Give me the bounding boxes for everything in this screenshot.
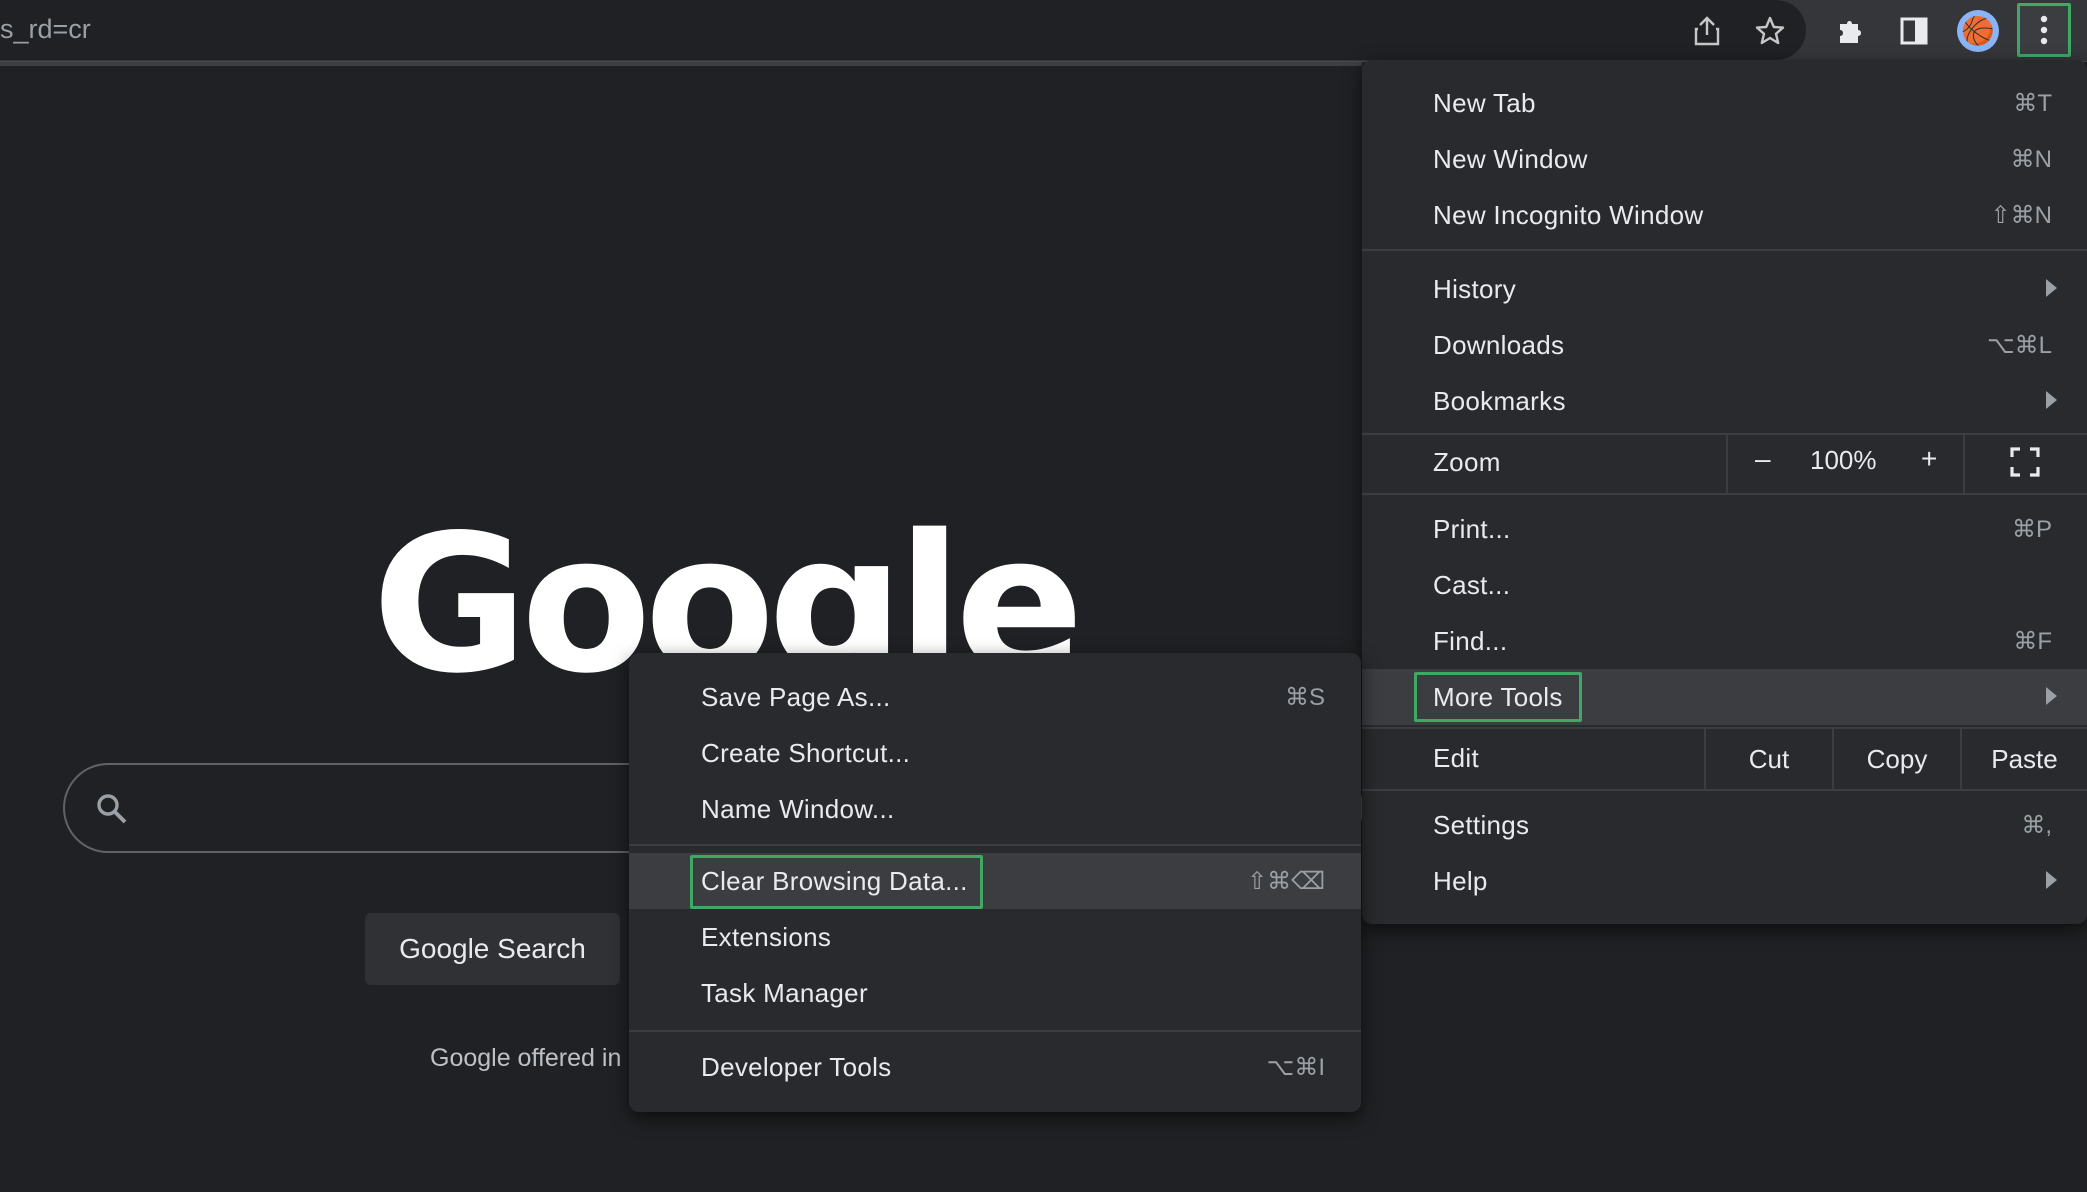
menu-item-shortcut: ⌘,	[2021, 812, 2052, 839]
zoom-divider	[1726, 433, 1728, 493]
menu-item-name-window[interactable]: Name Window...	[629, 781, 1361, 837]
menu-item-shortcut: ⌘T	[2013, 90, 2052, 117]
toolbar-divider	[0, 62, 1362, 66]
browser-toolbar: s_rd=cr 🏀	[0, 0, 2087, 62]
menu-item-shortcut: ⌘F	[2013, 628, 2052, 655]
zoom-divider	[1963, 433, 1965, 493]
zoom-out-button[interactable]: –	[1755, 443, 1771, 475]
avatar: 🏀	[1957, 10, 1999, 52]
menu-item-shortcut: ⌘P	[2011, 516, 2052, 543]
submenu-arrow-icon	[2046, 871, 2057, 889]
menu-item-history[interactable]: History	[1362, 261, 2087, 317]
menu-item-shortcut: ⌘S	[1284, 684, 1325, 711]
menu-item-label: Save Page As...	[701, 682, 891, 712]
menu-item-label: New Incognito Window	[1433, 200, 1704, 230]
menu-item-label: Create Shortcut...	[701, 738, 911, 768]
menu-separator	[1362, 789, 2087, 791]
fullscreen-icon[interactable]	[2010, 447, 2040, 482]
menu-item-label: Task Manager	[701, 978, 868, 1008]
chrome-main-menu: New Tab ⌘T New Window ⌘N New Incognito W…	[1362, 60, 2087, 924]
zoom-in-button[interactable]: +	[1921, 443, 1937, 475]
google-search-button[interactable]: Google Search	[365, 913, 620, 985]
menu-item-downloads[interactable]: Downloads ⌥⌘L	[1362, 317, 2087, 373]
menu-item-label: New Window	[1433, 144, 1588, 174]
menu-item-shortcut: ⇧⌘N	[1990, 202, 2052, 229]
zoom-label: Zoom	[1433, 447, 1501, 477]
submenu-arrow-icon	[2046, 687, 2057, 705]
menu-item-label: Developer Tools	[701, 1052, 892, 1082]
share-icon[interactable]	[1682, 6, 1732, 56]
menu-separator	[629, 1030, 1361, 1032]
menu-item-label: Bookmarks	[1433, 386, 1566, 416]
search-icon	[95, 792, 129, 831]
menu-item-label: Print...	[1433, 514, 1511, 544]
menu-item-label: Clear Browsing Data...	[701, 866, 968, 896]
menu-item-print[interactable]: Print... ⌘P	[1362, 501, 2087, 557]
menu-item-shortcut: ⌘N	[2010, 146, 2052, 173]
copy-button[interactable]: Copy	[1834, 729, 1960, 789]
menu-item-cast[interactable]: Cast...	[1362, 557, 2087, 613]
menu-item-label: Downloads	[1433, 330, 1565, 360]
submenu-arrow-icon	[2046, 391, 2057, 409]
menu-item-label: Find...	[1433, 626, 1508, 656]
menu-item-shortcut: ⇧⌘⌫	[1246, 868, 1325, 895]
menu-item-bookmarks[interactable]: Bookmarks	[1362, 373, 2087, 429]
edit-label: Edit	[1433, 743, 1480, 773]
kebab-menu-icon[interactable]	[2017, 3, 2071, 57]
menu-item-shortcut: ⌥⌘I	[1266, 1054, 1325, 1081]
side-panel-icon[interactable]	[1889, 6, 1939, 56]
menu-item-extensions[interactable]: Extensions	[629, 909, 1361, 965]
cut-button[interactable]: Cut	[1706, 729, 1832, 789]
more-tools-submenu: Save Page As... ⌘S Create Shortcut... Na…	[629, 653, 1361, 1112]
zoom-level: 100%	[1810, 445, 1877, 475]
menu-item-label: More Tools	[1433, 682, 1563, 712]
menu-separator	[629, 844, 1361, 846]
menu-item-developer-tools[interactable]: Developer Tools ⌥⌘I	[629, 1039, 1361, 1095]
menu-item-label: Help	[1433, 866, 1488, 896]
menu-item-clear-browsing-data[interactable]: Clear Browsing Data... ⇧⌘⌫	[629, 853, 1361, 909]
menu-item-new-tab[interactable]: New Tab ⌘T	[1362, 75, 2087, 131]
menu-item-save-page-as[interactable]: Save Page As... ⌘S	[629, 669, 1361, 725]
menu-separator	[1362, 493, 2087, 495]
menu-item-label: Extensions	[701, 922, 832, 952]
menu-item-find[interactable]: Find... ⌘F	[1362, 613, 2087, 669]
menu-separator	[1362, 249, 2087, 251]
menu-item-new-incognito-window[interactable]: New Incognito Window ⇧⌘N	[1362, 187, 2087, 243]
zoom-row: Zoom – 100% +	[1362, 433, 2087, 493]
bookmark-star-icon[interactable]	[1745, 6, 1795, 56]
menu-item-label: Name Window...	[701, 794, 895, 824]
menu-item-create-shortcut[interactable]: Create Shortcut...	[629, 725, 1361, 781]
paste-button[interactable]: Paste	[1962, 729, 2087, 789]
language-offer-text: Google offered in	[430, 1044, 622, 1072]
menu-item-label: History	[1433, 274, 1516, 304]
profile-avatar[interactable]: 🏀	[1953, 6, 2003, 56]
menu-item-label: Settings	[1433, 810, 1530, 840]
menu-item-more-tools[interactable]: More Tools	[1362, 669, 2087, 725]
menu-item-label: Cast...	[1433, 570, 1511, 600]
submenu-arrow-icon	[2046, 279, 2057, 297]
menu-item-label: New Tab	[1433, 88, 1536, 118]
extensions-icon[interactable]	[1826, 6, 1876, 56]
menu-item-help[interactable]: Help	[1362, 853, 2087, 909]
address-bar-url[interactable]: s_rd=cr	[0, 14, 91, 45]
menu-item-shortcut: ⌥⌘L	[1986, 332, 2052, 359]
menu-item-new-window[interactable]: New Window ⌘N	[1362, 131, 2087, 187]
edit-row: Edit Cut Copy Paste	[1362, 729, 2087, 789]
menu-item-task-manager[interactable]: Task Manager	[629, 965, 1361, 1021]
menu-item-settings[interactable]: Settings ⌘,	[1362, 797, 2087, 853]
address-bar[interactable]: s_rd=cr	[0, 0, 1806, 60]
